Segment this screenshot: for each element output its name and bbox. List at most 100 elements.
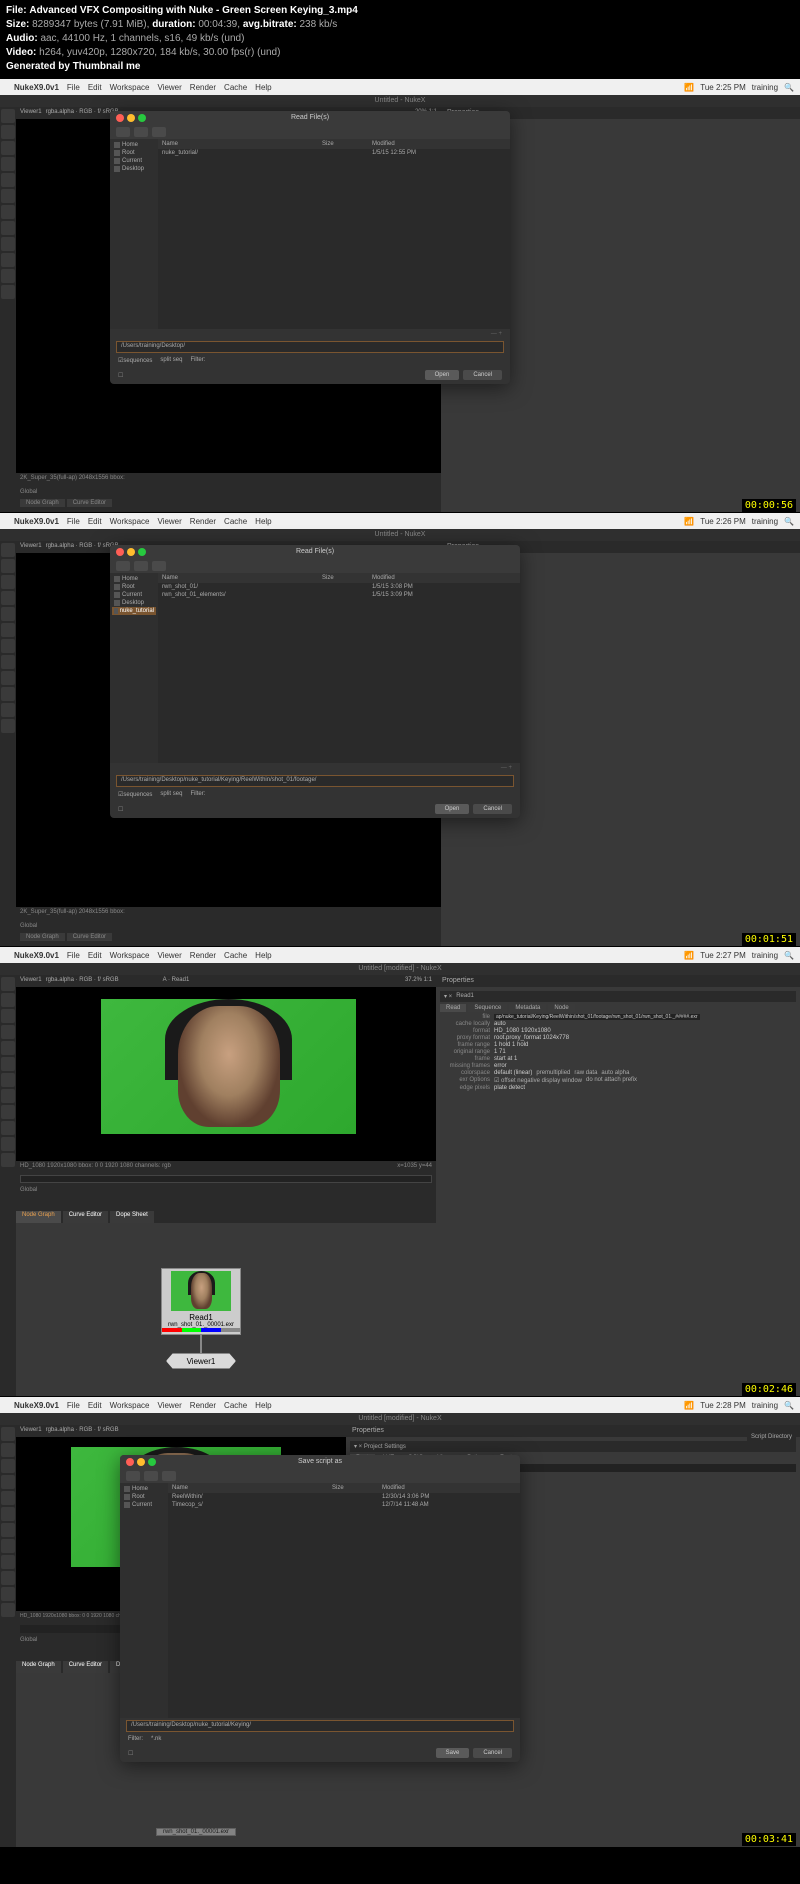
prop-tab-metadata[interactable]: Metadata [509,1004,546,1012]
tool-icon[interactable] [1,1539,15,1553]
tool-icon[interactable] [1,1555,15,1569]
macos-menubar[interactable]: NukeX9.0v1 File Edit Workspace Viewer Re… [0,79,800,95]
filter-dropdown[interactable]: *.nk [151,1736,161,1742]
macos-menubar[interactable]: NukeX9.0v1 FileEditWorkspaceViewerRender… [0,947,800,963]
scope-global[interactable]: Global [20,489,37,495]
file-row[interactable]: rwn_shot_01/1/5/15 3:08 PM [158,583,520,591]
tool-icon[interactable] [1,607,15,621]
tool-icon[interactable] [1,655,15,669]
file-row[interactable]: rwn_shot_01_elements/1/5/15 3:09 PM [158,591,520,599]
menu-render[interactable]: Render [190,951,216,960]
dir-root[interactable]: Root [112,583,156,591]
app-name[interactable]: NukeX9.0v1 [14,951,59,960]
tab-nodegraph[interactable]: Node Graph [16,1211,61,1223]
dialog-nav[interactable] [110,125,510,139]
cache-dropdown[interactable]: auto [494,1021,506,1027]
prop-tab-sequence[interactable]: Sequence [468,1004,507,1012]
file-list[interactable]: NameSizeModified nuke_tutorial/1/5/15 12… [158,139,510,329]
tool-icon[interactable] [1,1009,15,1023]
tool-icon[interactable] [1,623,15,637]
user-name[interactable]: training [752,83,778,92]
tool-icon[interactable] [1,993,15,1007]
user-name[interactable]: training [752,951,778,960]
menu-viewer[interactable]: Viewer [157,951,181,960]
dir-current[interactable]: Current [112,591,156,599]
tool-icon[interactable] [1,1121,15,1135]
viewer-toolbar[interactable]: Viewer1rgba.alpha · RGB · f/ sRGBA · Rea… [16,975,436,987]
cancel-button[interactable]: Cancel [463,370,502,380]
menu-cache[interactable]: Cache [224,1401,247,1410]
save-button[interactable]: Save [436,1748,470,1758]
tool-icon[interactable] [1,1587,15,1601]
viewer-tab[interactable]: Viewer1 [20,543,42,551]
wifi-icon[interactable]: 📶 [684,517,694,526]
dir-home[interactable]: Home [122,1485,166,1493]
menu-cache[interactable]: Cache [224,83,247,92]
app-name[interactable]: NukeX9.0v1 [14,83,59,92]
nav-back-icon[interactable] [116,561,130,571]
tool-icon[interactable] [1,205,15,219]
tool-icon[interactable] [1,253,15,267]
nav-fwd-icon[interactable] [134,127,148,137]
menu-cache[interactable]: Cache [224,951,247,960]
tool-icon[interactable] [1,1105,15,1119]
tool-icon[interactable] [1,543,15,557]
tool-icon[interactable] [1,1089,15,1103]
tab-curve[interactable]: Curve Editor [67,499,112,507]
tool-icon[interactable] [1,157,15,171]
tool-icon[interactable] [1,559,15,573]
menu-edit[interactable]: Edit [88,83,102,92]
tool-icon[interactable] [1,189,15,203]
read1-properties[interactable]: ▾ ×Read1 Read Sequence Metadata Node fil… [436,987,800,1397]
nav-up-icon[interactable] [152,127,166,137]
file-list-header[interactable]: NameSizeModified [158,139,510,149]
file-row[interactable]: nuke_tutorial/1/5/15 12:55 PM [158,149,510,157]
wifi-icon[interactable]: 📶 [684,1401,694,1410]
tool-icon[interactable] [1,1057,15,1071]
file-row[interactable]: ReelWithin/12/30/14 3:06 PM [168,1493,520,1501]
tool-sidebar[interactable] [0,541,16,947]
minimize-icon[interactable] [127,114,135,122]
tool-icon[interactable] [1,1523,15,1537]
file-row[interactable]: Timecop_s/12/7/14 11:48 AM [168,1501,520,1509]
close-icon[interactable] [126,1458,134,1466]
menu-viewer[interactable]: Viewer [157,517,181,526]
tool-icon[interactable] [1,1041,15,1055]
timeline-slider[interactable] [20,1175,432,1183]
script-directory-button[interactable]: Script Directory [747,1432,796,1442]
tool-icon[interactable] [1,671,15,685]
open-button[interactable]: Open [435,804,470,814]
nav-back-icon[interactable] [126,1471,140,1481]
dir-current[interactable]: Current [122,1501,166,1509]
dir-desktop[interactable]: Desktop [112,165,156,173]
dir-home[interactable]: Home [112,575,156,583]
tab-curve[interactable]: Curve Editor [67,933,112,941]
read1-node[interactable]: Read1 rwn_shot_01._00001.exr [161,1268,241,1335]
channel-picker[interactable]: rgba.alpha · RGB · f/ sRGB [46,543,119,551]
tool-icon[interactable] [1,977,15,991]
prop-tab-node[interactable]: Node [548,1004,574,1012]
menu-render[interactable]: Render [190,83,216,92]
tool-icon[interactable] [1,1459,15,1473]
nav-up-icon[interactable] [152,561,166,571]
macos-menubar[interactable]: NukeX9.0v1 FileEditWorkspaceViewerRender… [0,513,800,529]
menu-help[interactable]: Help [255,1401,271,1410]
tab-dopesheet[interactable]: Dope Sheet [110,1211,154,1223]
menu-edit[interactable]: Edit [88,517,102,526]
tool-icon[interactable] [1,173,15,187]
search-icon[interactable]: 🔍 [784,517,794,526]
menu-help[interactable]: Help [255,517,271,526]
menu-render[interactable]: Render [190,1401,216,1410]
missing-dropdown[interactable]: error [494,1063,507,1069]
frame-input[interactable]: start at 1 [494,1056,517,1062]
tool-sidebar[interactable] [0,107,16,513]
viewer1-node[interactable]: Viewer1 [166,1353,236,1369]
dir-home[interactable]: Home [112,141,156,149]
tool-icon[interactable] [1,703,15,717]
nav-fwd-icon[interactable] [134,561,148,571]
file-list-header[interactable]: NameSizeModified [158,573,520,583]
tool-icon[interactable] [1,1443,15,1457]
tab-nodegraph[interactable]: Node Graph [20,499,65,507]
nav-fwd-icon[interactable] [144,1471,158,1481]
viewer-tab[interactable]: Viewer1 [20,977,42,985]
